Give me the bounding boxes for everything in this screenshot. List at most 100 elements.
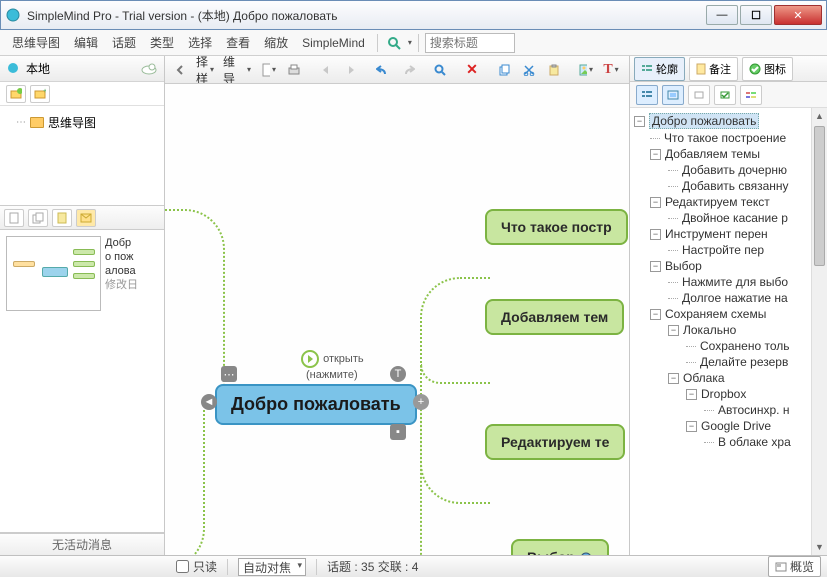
tab-outline[interactable]: 轮廓	[634, 57, 685, 81]
expand-icon[interactable]: −	[668, 325, 679, 336]
thumbnail-list[interactable]: Добр о пож алова 修改日	[0, 230, 164, 533]
expand-icon[interactable]: −	[650, 261, 661, 272]
menu-select[interactable]: 选择	[182, 31, 218, 54]
toggle-panel-button[interactable]	[169, 59, 191, 81]
outline-item[interactable]: −Облака	[630, 370, 827, 386]
outline-tool-2[interactable]	[662, 85, 684, 105]
expand-icon[interactable]: −	[668, 373, 679, 384]
thumbnail-preview[interactable]	[6, 236, 101, 311]
left-tree[interactable]: ⋯ 思维导图	[0, 106, 164, 206]
node-central[interactable]: Добро пожаловать	[215, 384, 417, 425]
layout-button[interactable]: 思维导图...▾	[226, 59, 248, 81]
outline-item[interactable]: −Google Drive	[630, 418, 827, 434]
print-button[interactable]	[283, 59, 305, 81]
expand-icon[interactable]: −	[650, 149, 661, 160]
new-folder-button[interactable]: +	[30, 85, 50, 103]
outline-item[interactable]: −Dropbox	[630, 386, 827, 402]
outline-item[interactable]: Автосинхр. н	[630, 402, 827, 418]
expand-icon[interactable]: −	[686, 389, 697, 400]
outline-item[interactable]: Добавить дочерню	[630, 162, 827, 178]
scroll-thumb[interactable]	[814, 126, 825, 266]
outline-item[interactable]: −Выбор	[630, 258, 827, 274]
node-handle-t[interactable]: T	[390, 366, 406, 382]
preview-button[interactable]: 概览	[768, 556, 821, 577]
expand-icon[interactable]: −	[650, 309, 661, 320]
copy-button[interactable]	[493, 59, 515, 81]
menu-topic[interactable]: 话题	[106, 31, 142, 54]
expand-icon[interactable]: −	[650, 229, 661, 240]
menu-edit[interactable]: 编辑	[68, 31, 104, 54]
outline-tool-4[interactable]	[714, 85, 736, 105]
node-handle-bottom[interactable]: ▪	[390, 424, 406, 440]
menu-view[interactable]: 查看	[220, 31, 256, 54]
tab-notes[interactable]: 备注	[689, 57, 738, 81]
node-handle-menu[interactable]: ⋯	[221, 366, 237, 382]
new-map-button[interactable]	[6, 85, 26, 103]
outline-item[interactable]: Долгое нажатие на	[630, 290, 827, 306]
close-button[interactable]: ✕	[774, 5, 822, 25]
outline-item[interactable]: −Сохраняем схемы	[630, 306, 827, 322]
outline-tool-1[interactable]	[636, 85, 658, 105]
outline-item[interactable]: −Редактируем текст	[630, 194, 827, 210]
mindmap-canvas[interactable]: открыть (нажмите) Добро пожаловать ⋯ T ◄…	[165, 84, 629, 555]
outline-item[interactable]: В облаке хра	[630, 434, 827, 450]
new-doc-button[interactable]	[4, 209, 24, 227]
node-handle-add[interactable]: +	[413, 394, 429, 410]
outline-item[interactable]: −Добавляем темы	[630, 146, 827, 162]
left-tab-label[interactable]: 本地	[26, 60, 50, 77]
maximize-button[interactable]: ☐	[740, 5, 772, 25]
cloud-icon[interactable]	[140, 62, 158, 76]
copy-doc-button[interactable]	[28, 209, 48, 227]
expand-icon[interactable]: −	[686, 421, 697, 432]
outline-item[interactable]: Что такое построение	[630, 130, 827, 146]
expand-icon[interactable]: −	[650, 197, 661, 208]
outline-item[interactable]: Нажмите для выбо	[630, 274, 827, 290]
nav-back-button[interactable]	[315, 59, 337, 81]
outline-tool-5[interactable]	[740, 85, 762, 105]
paste-tb-button[interactable]	[543, 59, 565, 81]
minimize-button[interactable]: —	[706, 5, 738, 25]
menu-simplemind[interactable]: SimpleMind	[296, 33, 371, 53]
scroll-up-icon[interactable]: ▲	[812, 108, 827, 124]
find-button[interactable]	[429, 59, 451, 81]
cut-button[interactable]	[518, 59, 540, 81]
tab-icons[interactable]: 图标	[742, 57, 793, 81]
menu-zoom[interactable]: 缩放	[258, 31, 294, 54]
menu-mindmap[interactable]: 思维导图	[6, 31, 66, 54]
nav-fwd-button[interactable]	[340, 59, 362, 81]
node-handle-left[interactable]: ◄	[201, 394, 217, 410]
expand-icon[interactable]: −	[634, 116, 645, 127]
delete-button[interactable]: ✕	[461, 59, 483, 81]
paste-button[interactable]	[52, 209, 72, 227]
node-child-4[interactable]: Выбор	[511, 539, 609, 555]
outline-item[interactable]: Двойное касание р	[630, 210, 827, 226]
readonly-checkbox[interactable]: 只读	[176, 558, 217, 575]
outline-item[interactable]: Делайте резерв	[630, 354, 827, 370]
attach-button[interactable]: ▾	[625, 59, 629, 81]
outline-item[interactable]: Добавить связанну	[630, 178, 827, 194]
outline-item[interactable]: −Добро пожаловать	[630, 112, 827, 130]
outline-item[interactable]: −Инструмент перен	[630, 226, 827, 242]
outline-item[interactable]: −Локально	[630, 322, 827, 338]
outline-tool-3[interactable]	[688, 85, 710, 105]
mail-button[interactable]	[76, 209, 96, 227]
text-button[interactable]: T▾	[600, 59, 622, 81]
zoom-dropdown[interactable]	[384, 33, 404, 53]
undo-button[interactable]	[372, 59, 394, 81]
node-child-3[interactable]: Редактируем те	[485, 424, 625, 460]
scrollbar[interactable]: ▲ ▼	[811, 108, 827, 555]
redo-button[interactable]	[397, 59, 419, 81]
node-child-2[interactable]: Добавляем тем	[485, 299, 624, 335]
outline-tree[interactable]: −Добро пожаловатьЧто такое построение−До…	[630, 108, 827, 555]
image-button[interactable]: ▾	[575, 59, 597, 81]
new-button[interactable]: ▾	[258, 59, 280, 81]
menu-type[interactable]: 类型	[144, 31, 180, 54]
search-input[interactable]	[425, 33, 515, 53]
style-button[interactable]: 选择样式▾	[194, 59, 216, 81]
tree-node-root[interactable]: ⋯ 思维导图	[6, 112, 158, 133]
node-child-1[interactable]: Что такое постр	[485, 209, 628, 245]
outline-item[interactable]: Настройте пер	[630, 242, 827, 258]
scroll-down-icon[interactable]: ▼	[812, 539, 827, 555]
outline-item[interactable]: Сохранено толь	[630, 338, 827, 354]
focus-select[interactable]: 自动对焦	[238, 558, 306, 576]
